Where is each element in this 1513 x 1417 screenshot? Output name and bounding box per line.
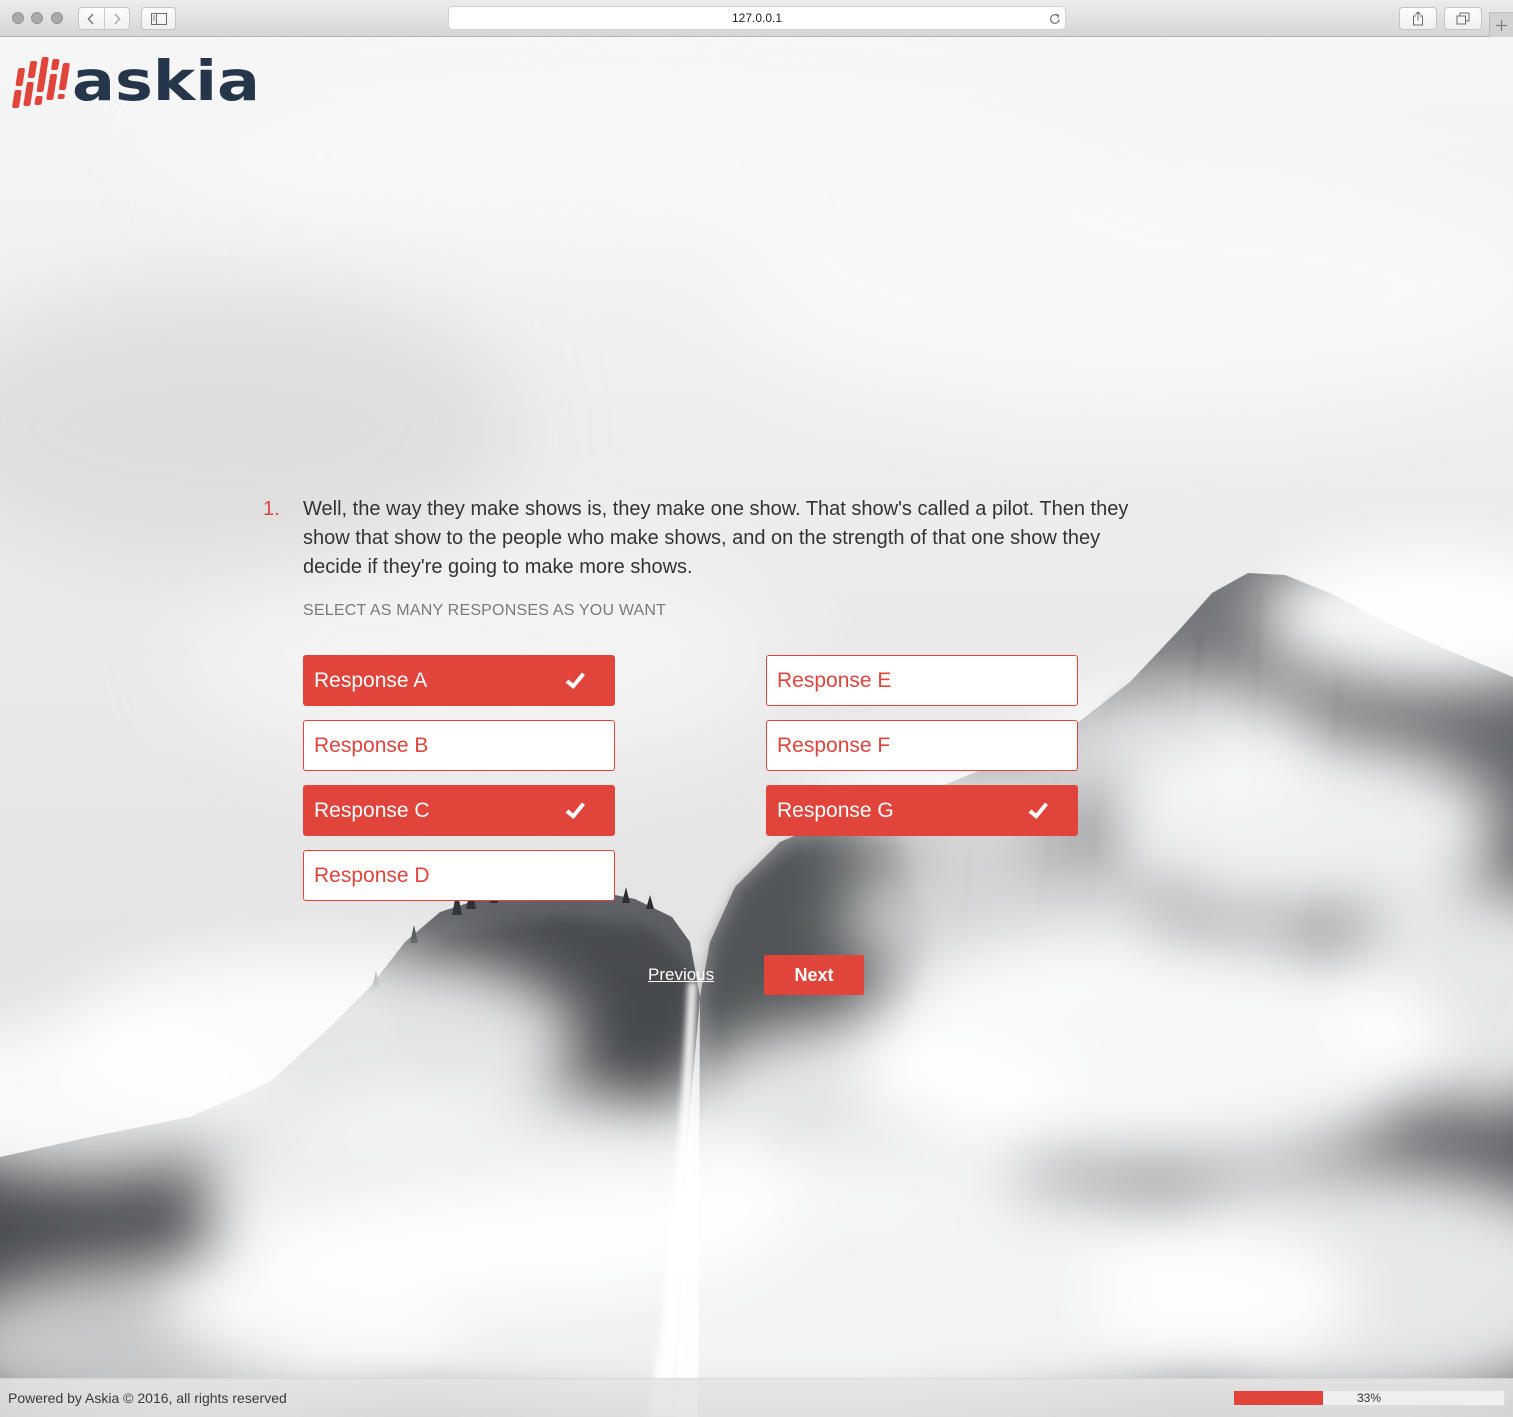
checkmark-icon	[565, 802, 585, 819]
history-navigation	[78, 7, 130, 30]
reload-icon	[1049, 13, 1060, 24]
url-text: 127.0.0.1	[731, 11, 783, 25]
close-window-button[interactable]	[12, 12, 24, 24]
survey-page: askia 1. Well, the way they make shows i…	[0, 37, 1513, 1417]
response-option-c[interactable]: Response C	[303, 785, 615, 836]
askia-logo: askia	[12, 52, 260, 113]
forward-button[interactable]	[103, 8, 130, 29]
logo-mark	[12, 57, 70, 108]
response-option-e[interactable]: Response E	[766, 655, 1078, 706]
progress-label: 33%	[1356, 1391, 1382, 1405]
question-instruction: SELECT AS MANY RESPONSES AS YOU WANT	[303, 602, 667, 619]
footer-bar: Powered by Askia © 2016, all rights rese…	[0, 1378, 1513, 1417]
response-option-g[interactable]: Response G	[766, 785, 1078, 836]
share-icon	[1413, 11, 1423, 26]
sidebar-button[interactable]	[141, 7, 176, 30]
minimize-window-button[interactable]	[31, 12, 43, 24]
response-option-f[interactable]: Response F	[766, 720, 1078, 771]
sidebar-icon	[150, 12, 167, 25]
checkmark-icon	[565, 672, 585, 689]
chevron-right-icon	[114, 12, 121, 25]
next-button[interactable]: Next	[764, 955, 864, 995]
response-label: Response F	[777, 734, 891, 757]
response-option-d[interactable]: Response D	[303, 850, 615, 901]
back-button[interactable]	[79, 8, 104, 29]
checkmark-icon	[1028, 802, 1048, 819]
logo-wordmark: askia	[72, 52, 260, 113]
question-line: show that show to the people who make sh…	[303, 527, 1101, 549]
new-tab-button[interactable]	[1489, 12, 1513, 37]
question-line: Well, the way they make shows is, they m…	[303, 498, 1129, 520]
zoom-window-button[interactable]	[51, 12, 63, 24]
background-photo	[0, 37, 1513, 1417]
share-button[interactable]	[1399, 7, 1437, 30]
previous-link[interactable]: Previous	[648, 964, 714, 986]
show-tabs-button[interactable]	[1444, 7, 1482, 30]
question-number: 1.	[263, 498, 280, 520]
progress-bar: 33%	[1233, 1390, 1505, 1406]
response-label: Response E	[777, 669, 892, 692]
response-label: Response B	[314, 734, 429, 757]
question-line: decide if they're going to make more sho…	[303, 556, 693, 578]
copyright-text: Powered by Askia © 2016, all rights rese…	[8, 1390, 287, 1406]
response-option-b[interactable]: Response B	[303, 720, 615, 771]
response-label: Response A	[314, 669, 428, 692]
response-label: Response G	[777, 799, 894, 822]
response-label: Response D	[314, 864, 430, 887]
response-option-a[interactable]: Response A	[303, 655, 615, 706]
response-label: Response C	[314, 799, 430, 822]
browser-toolbar: 127.0.0.1	[0, 0, 1513, 37]
tabs-icon	[1456, 12, 1470, 25]
chevron-left-icon	[87, 12, 94, 25]
plus-icon	[1496, 19, 1507, 31]
question-text: Well, the way they make shows is, they m…	[303, 495, 1223, 582]
reload-button[interactable]	[1048, 12, 1061, 25]
address-bar[interactable]: 127.0.0.1	[448, 6, 1066, 30]
